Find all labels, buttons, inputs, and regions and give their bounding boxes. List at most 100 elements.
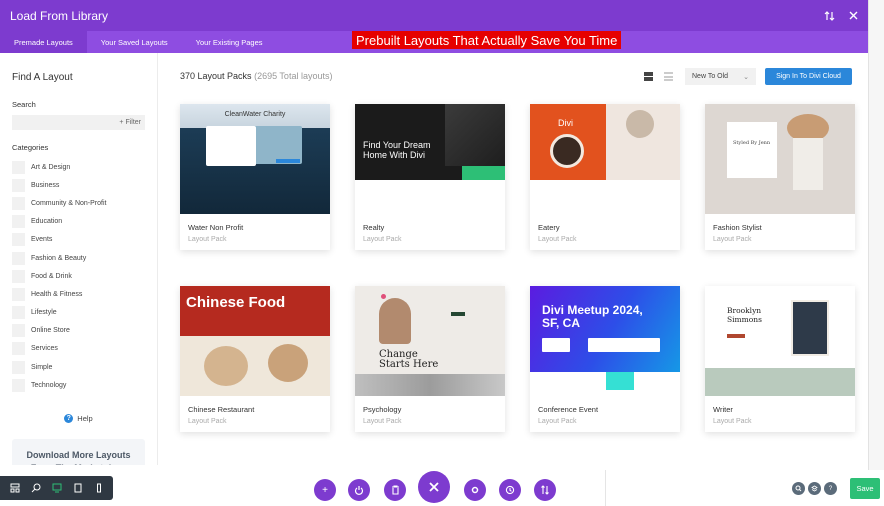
layout-card-psychology[interactable]: Change Starts Here Psychology Layout Pac… (355, 286, 505, 432)
search-input[interactable]: + Filter (12, 115, 145, 130)
grid-view-icon[interactable] (644, 72, 653, 81)
save-button[interactable]: Save (850, 478, 880, 499)
card-name: Realty (363, 223, 385, 232)
sort-select[interactable]: New To Old ⌄ (685, 68, 756, 85)
category-checkbox[interactable] (12, 306, 25, 320)
category-services[interactable]: Services (12, 340, 145, 358)
wireframe-icon[interactable] (8, 481, 22, 495)
category-business[interactable]: Business (12, 176, 145, 194)
card-type: Layout Pack (538, 418, 577, 425)
category-checkbox[interactable] (12, 378, 25, 392)
category-checkbox[interactable] (12, 178, 25, 192)
layout-card-realty[interactable]: Find Your Dream Home With Divi Realty La… (355, 104, 505, 250)
phone-icon[interactable] (92, 481, 106, 495)
category-label: Online Store (31, 327, 70, 335)
category-checkbox[interactable] (12, 196, 25, 210)
layout-thumbnail: Change Starts Here (355, 286, 505, 396)
category-checkbox[interactable] (12, 360, 25, 374)
help-link[interactable]: ? Help (12, 414, 145, 424)
tab-premade-layouts[interactable]: Premade Layouts (0, 31, 87, 53)
help-label: Help (77, 414, 93, 424)
thumbnail-headline: Find Your Dream Home With Divi (363, 140, 431, 161)
layout-thumbnail: Chinese Food (180, 286, 330, 396)
filter-button[interactable]: + Filter (119, 119, 141, 126)
categories-label: Categories (12, 143, 49, 152)
close-builder-icon[interactable] (418, 471, 450, 503)
desktop-icon[interactable] (50, 481, 64, 495)
category-checkbox[interactable] (12, 251, 25, 265)
thumbnail-headline: Chinese Food (186, 294, 286, 311)
add-icon[interactable]: + (314, 479, 336, 501)
layout-card-water-non-profit[interactable]: CleanWater Charity Water Non Profit Layo… (180, 104, 330, 250)
search-icon[interactable] (792, 482, 805, 495)
category-art-design[interactable]: Art & Design (12, 158, 145, 176)
card-name: Water Non Profit (188, 223, 244, 232)
zoom-icon[interactable] (29, 481, 43, 495)
category-checkbox[interactable] (12, 342, 25, 356)
promo-banner: Prebuilt Layouts That Actually Save You … (352, 31, 622, 49)
category-technology[interactable]: Technology (12, 376, 145, 394)
sort-arrows-icon[interactable] (824, 10, 835, 21)
card-type: Layout Pack (713, 418, 752, 425)
category-label: Community & Non-Profit (31, 199, 107, 207)
category-label: Technology (31, 381, 67, 389)
settings-icon[interactable] (464, 479, 486, 501)
category-checkbox[interactable] (12, 160, 25, 174)
tab-saved-layouts[interactable]: Your Saved Layouts (87, 31, 182, 53)
category-checkbox[interactable] (12, 287, 25, 301)
category-events[interactable]: Events (12, 231, 145, 249)
category-fashion-beauty[interactable]: Fashion & Beauty (12, 249, 145, 267)
layout-thumbnail: Divi Meetup 2024, SF, CA (530, 286, 680, 396)
packs-count-label: 370 Layout Packs (180, 71, 252, 81)
sort-value: New To Old (692, 73, 729, 80)
category-label: Food & Drink (31, 272, 72, 280)
trash-icon[interactable] (384, 479, 406, 501)
power-icon[interactable] (348, 479, 370, 501)
page-actions: + (314, 471, 558, 503)
layout-thumbnail: Styled By Jenn (705, 104, 855, 214)
category-education[interactable]: Education (12, 213, 145, 231)
layout-card-conference-event[interactable]: Divi Meetup 2024, SF, CA Conference Even… (530, 286, 680, 432)
category-health-fitness[interactable]: Health & Fitness (12, 285, 145, 303)
page-scrollbar[interactable] (868, 0, 884, 470)
category-community[interactable]: Community & Non-Profit (12, 194, 145, 212)
list-view-icon[interactable] (664, 72, 673, 81)
view-mode-tools (0, 476, 113, 500)
layout-card-fashion-stylist[interactable]: Styled By Jenn Fashion Stylist Layout Pa… (705, 104, 855, 250)
category-label: Health & Fitness (31, 290, 83, 298)
close-icon[interactable] (849, 11, 858, 20)
layout-card-writer[interactable]: Brooklyn Simmons Writer Layout Pack (705, 286, 855, 432)
marketplace-promo[interactable]: Download More Layouts From The Marketpla… (12, 439, 145, 465)
builder-toolbar: + ? (0, 470, 884, 506)
card-name: Fashion Stylist (713, 223, 762, 232)
category-food-drink[interactable]: Food & Drink (12, 267, 145, 285)
category-checkbox[interactable] (12, 233, 25, 247)
category-online-store[interactable]: Online Store (12, 322, 145, 340)
modal-title: Load From Library (10, 8, 109, 23)
layout-card-eatery[interactable]: Divi Eatery Layout Pack (530, 104, 680, 250)
filter-sidebar: Find A Layout Search + Filter Categories… (0, 53, 158, 465)
sign-in-divi-cloud-button[interactable]: Sign In To Divi Cloud (765, 68, 852, 85)
category-lifestyle[interactable]: Lifestyle (12, 304, 145, 322)
thumbnail-headline: Divi Meetup 2024, SF, CA (542, 303, 643, 331)
sort-arrows-icon[interactable] (534, 479, 556, 501)
card-type: Layout Pack (713, 236, 752, 243)
category-simple[interactable]: Simple (12, 358, 145, 376)
category-checkbox[interactable] (12, 269, 25, 283)
help-icon[interactable]: ? (824, 482, 837, 495)
category-label: Services (31, 345, 58, 353)
layout-browser: 370 Layout Packs (2695 Total layouts) Ne… (158, 53, 868, 465)
tab-existing-pages[interactable]: Your Existing Pages (182, 31, 277, 53)
card-name: Writer (713, 405, 733, 414)
tablet-icon[interactable] (71, 481, 85, 495)
layers-icon[interactable] (808, 482, 821, 495)
card-type: Layout Pack (538, 236, 577, 243)
card-type: Layout Pack (188, 418, 227, 425)
category-checkbox[interactable] (12, 215, 25, 229)
card-type: Layout Pack (188, 236, 227, 243)
thumbnail-author: Brooklyn Simmons (727, 306, 762, 324)
category-label: Simple (31, 363, 53, 371)
history-icon[interactable] (499, 479, 521, 501)
layout-card-chinese-restaurant[interactable]: Chinese Food Chinese Restaurant Layout P… (180, 286, 330, 432)
category-checkbox[interactable] (12, 324, 25, 338)
